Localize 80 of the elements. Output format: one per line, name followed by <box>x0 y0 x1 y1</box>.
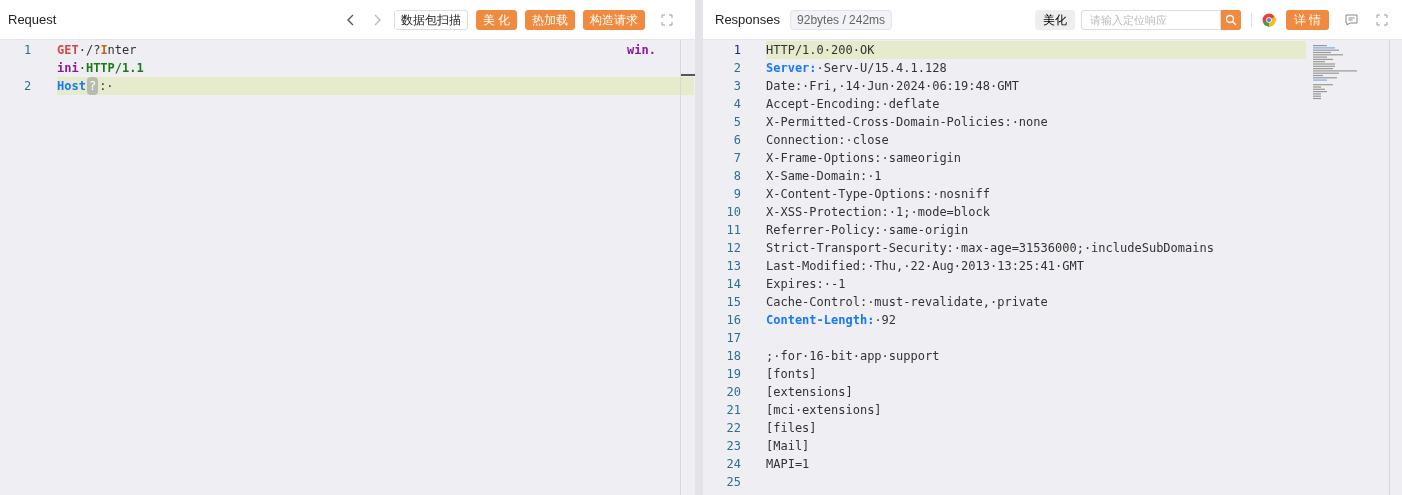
back-icon[interactable] <box>345 12 356 27</box>
code-token: [mci·extensions] <box>766 403 882 417</box>
line-number: 1 <box>23 42 33 59</box>
details-button[interactable]: 详 情 <box>1285 9 1329 30</box>
browser-icon[interactable] <box>1261 12 1276 27</box>
code-token: X-XSS-Protection:·1;·mode=block <box>766 205 990 219</box>
code-token: [files] <box>766 421 817 435</box>
line-number: 15 <box>725 294 741 311</box>
code-token: X-Content-Type-Options:·nosniff <box>766 187 990 201</box>
code-token: [Mail] <box>766 439 810 453</box>
fullscreen-icon[interactable] <box>661 13 673 26</box>
code-token: Accept-Encoding:·deflate <box>766 97 940 111</box>
code-token: :· <box>99 78 114 95</box>
code-token: · <box>78 60 86 77</box>
code-token: Referrer-Policy:·same-origin <box>766 223 969 237</box>
code-token: ;·for·16-bit·app·support <box>766 349 940 363</box>
code-token: HTTP/1.1 <box>85 60 144 77</box>
panel-title: Responses <box>715 10 781 29</box>
toolbar-button[interactable]: 构造请求 <box>583 9 645 30</box>
line-number: 18 <box>725 348 741 365</box>
line-number: 1 <box>732 42 741 59</box>
line-number: 22 <box>725 420 741 437</box>
code-token: X-Frame-Options:·sameorigin <box>766 151 962 165</box>
line-number: 9 <box>732 186 741 203</box>
toolbar-button[interactable]: 热加载 <box>525 9 575 30</box>
line-number: 5 <box>732 114 741 131</box>
code-token: ·Serv-U/15.4.1.128 <box>816 61 947 75</box>
line-number: 20 <box>725 384 741 401</box>
line-number: 7 <box>732 150 741 167</box>
code-token: Last-Modified:·Thu,·22·Aug·2013·13:25:41·GMT <box>766 259 1084 273</box>
code-token: Server: <box>766 61 817 75</box>
scroll-marker <box>681 74 695 76</box>
code-token: MAPI=1 <box>766 457 810 471</box>
code-token: ·/? <box>78 42 101 59</box>
beautify-button[interactable]: 美化 <box>1034 9 1075 30</box>
panel-title: Request <box>8 10 57 29</box>
code-token: X-Permitted-Cross-Domain-Policies:·none <box>766 115 1048 129</box>
line-number: 19 <box>725 366 741 383</box>
line-number: 3 <box>732 78 741 95</box>
code-token: I <box>100 42 108 59</box>
code-token: Connection:·close <box>766 133 889 147</box>
code-token: Host <box>57 78 86 95</box>
line-number: 24 <box>725 456 741 473</box>
code-token: nter <box>107 42 137 59</box>
code-token: [fonts] <box>766 367 817 381</box>
code-token: Content-Length: <box>766 313 875 327</box>
line-number: 21 <box>725 402 741 419</box>
line-number: 2 <box>732 60 741 77</box>
line-number: 23 <box>725 438 741 455</box>
code-token: X-Same-Domain:·1 <box>766 169 882 183</box>
stats-badge: 92bytes / 242ms <box>790 9 893 30</box>
code-token: win. <box>627 42 656 59</box>
line-number: 10 <box>725 204 741 221</box>
hint-badge: ? <box>86 77 99 95</box>
line-number: 14 <box>725 276 741 293</box>
line-number: 4 <box>732 96 741 113</box>
search-button[interactable] <box>1220 9 1241 30</box>
toolbar-button[interactable]: 美 化 <box>475 9 517 30</box>
code-token: Cache-Control:·must-revalidate,·private <box>766 295 1048 309</box>
code-token: HTTP/1.0·200·OK <box>766 43 875 57</box>
line-number: 16 <box>725 312 741 329</box>
code-token: [extensions] <box>766 385 853 399</box>
line-number: 11 <box>725 222 741 239</box>
comment-icon[interactable] <box>1345 13 1358 26</box>
fullscreen-icon[interactable] <box>1376 13 1388 26</box>
line-number: 13 <box>725 258 741 275</box>
line-number: 2 <box>23 78 33 95</box>
line-number: 8 <box>732 168 741 185</box>
code-token: GET <box>57 42 79 59</box>
line-number: 6 <box>732 132 741 149</box>
line-number: 12 <box>725 240 741 257</box>
code-token: ·92 <box>874 313 897 327</box>
line-number: 17 <box>725 330 741 347</box>
code-token: ini <box>57 60 79 77</box>
code-token: Date:·Fri,·14·Jun·2024·06:19:48·GMT <box>766 79 1019 93</box>
search-field[interactable]: 请输入定位响应 <box>1080 9 1221 30</box>
code-token: Strict-Transport-Security:·max-age=31536000;·includeSubDomains <box>766 241 1214 255</box>
code-token: Expires:·-1 <box>766 277 846 291</box>
toolbar-button[interactable]: 数据包扫描 <box>393 9 468 30</box>
line-number: 25 <box>725 474 741 491</box>
